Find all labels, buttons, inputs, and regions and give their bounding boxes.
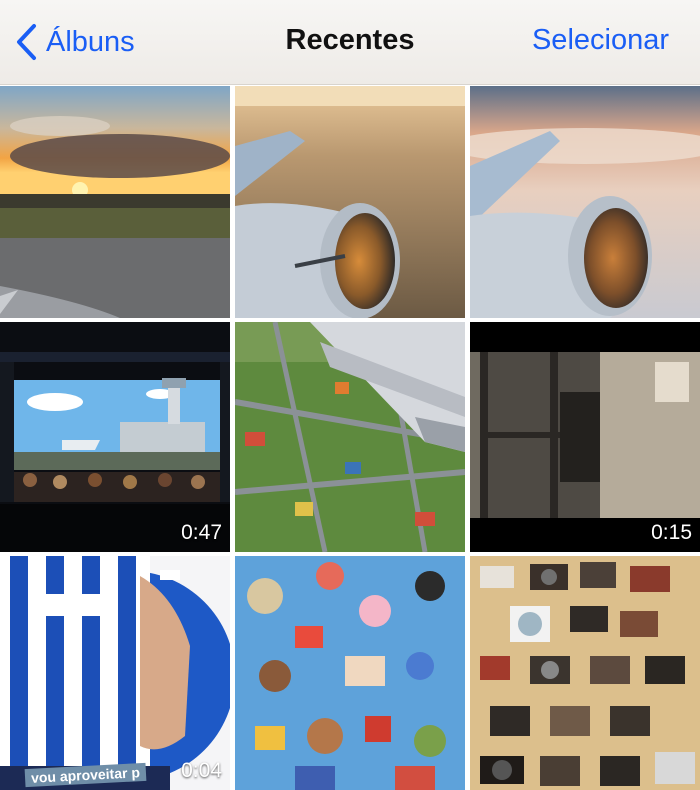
photo-thumbnail-wing-playmat[interactable] bbox=[235, 322, 465, 552]
dark-doorway-image bbox=[470, 322, 700, 552]
wing-over-playmat-image bbox=[235, 322, 465, 552]
video-thumbnail-football-jersey[interactable]: vou aproveitar p 0:04 bbox=[0, 556, 230, 790]
sunset-runway-image bbox=[0, 86, 230, 318]
photo-thumbnail-toys[interactable] bbox=[235, 556, 465, 790]
photo-thumbnail-engine-land[interactable] bbox=[235, 86, 465, 318]
video-thumbnail-dark-doorway[interactable]: 0:15 bbox=[470, 322, 700, 552]
photo-thumbnail-sunset-runway[interactable] bbox=[0, 86, 230, 318]
engine-above-clouds-image bbox=[470, 86, 700, 318]
vintage-cameras-image bbox=[470, 556, 700, 790]
video-duration: 0:47 bbox=[181, 521, 222, 544]
select-button[interactable]: Selecionar bbox=[532, 24, 669, 57]
toys-on-floor-image bbox=[235, 556, 465, 790]
navigation-bar: Álbuns Recentes Selecionar bbox=[0, 0, 700, 85]
video-thumbnail-cartoon-airport[interactable]: 0:47 bbox=[0, 322, 230, 552]
video-duration: 0:04 bbox=[181, 759, 222, 782]
football-jersey-image bbox=[0, 556, 230, 790]
photo-thumbnail-cameras[interactable] bbox=[470, 556, 700, 790]
engine-over-land-image bbox=[235, 86, 465, 318]
photo-thumbnail-engine-clouds[interactable] bbox=[470, 86, 700, 318]
cartoon-airport-image bbox=[0, 322, 230, 552]
photo-grid: 0:47 0:15 vou aproveitar p 0:04 bbox=[0, 86, 700, 790]
video-duration: 0:15 bbox=[651, 521, 692, 544]
